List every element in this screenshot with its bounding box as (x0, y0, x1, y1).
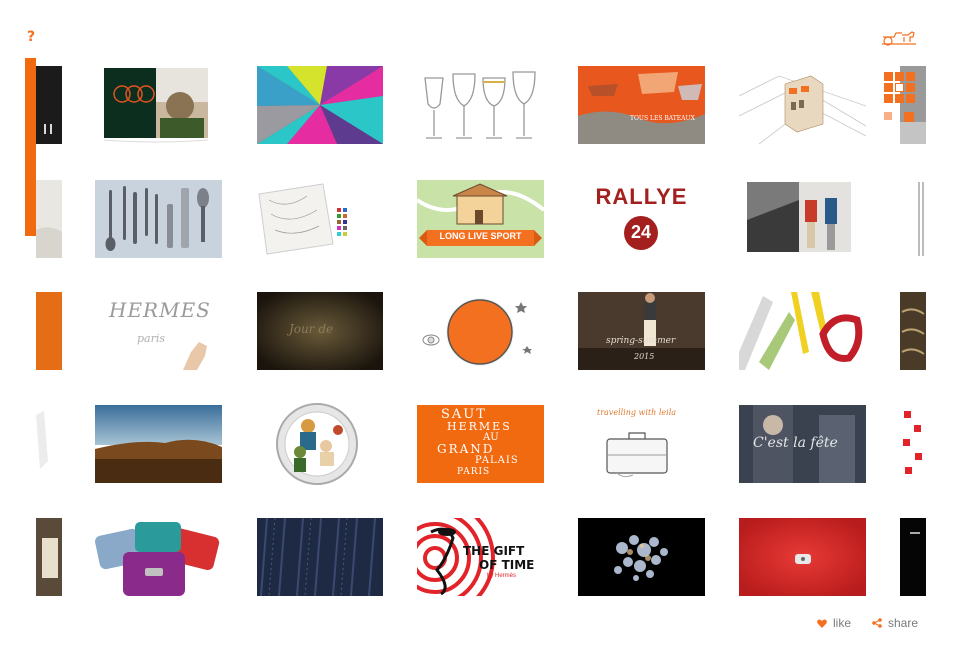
tile-caption: spring-summer (606, 336, 676, 346)
tile-r2c5[interactable]: RALLYE 24 (578, 180, 705, 258)
heart-icon (817, 618, 827, 628)
share-icon (872, 618, 882, 628)
tile-r5c6[interactable] (739, 518, 866, 596)
tile-r1c2[interactable] (100, 66, 212, 144)
tile-r5c3[interactable] (257, 518, 383, 596)
tile-title: THE GIFT (463, 544, 525, 558)
tile-r5c5[interactable] (578, 518, 705, 596)
tile-r5c1[interactable] (36, 518, 62, 596)
tile-word: PALAIS (475, 455, 519, 466)
tile-r3c2[interactable]: HERMES paris (97, 292, 212, 370)
tile-r2c1[interactable] (36, 180, 62, 258)
tile-r4c6[interactable]: C'est la fête (739, 405, 866, 483)
share-button[interactable]: share (872, 616, 918, 630)
tile-byline: by Hermès (487, 573, 517, 579)
tile-number: 24 (630, 222, 652, 242)
tile-r1c3[interactable] (257, 66, 383, 144)
tile-word: GRAND (437, 442, 495, 456)
tile-r2c3[interactable] (257, 180, 367, 258)
tile-r5c4[interactable]: THE GIFT OF TIME by Hermès (417, 518, 544, 596)
tile-year: 2015 (634, 352, 655, 361)
tile-r1c4[interactable] (417, 66, 543, 144)
like-label: like (833, 616, 852, 630)
tile-caption: LONG LIVE SPORT (439, 231, 522, 241)
tile-r4c3[interactable] (262, 402, 372, 486)
tile-r4c4[interactable]: SAUT HERMES AU GRAND PALAIS PARIS (417, 405, 544, 483)
tile-caption: Jour de (289, 322, 334, 336)
tile-caption: C'est la fête (753, 435, 838, 451)
tile-r2c2[interactable] (95, 180, 222, 258)
tile-r5c2[interactable] (95, 518, 222, 598)
tile-r3c7[interactable] (900, 292, 926, 370)
tile-r4c7[interactable] (900, 405, 926, 483)
tile-script-subtitle: paris (137, 332, 166, 345)
tile-r3c4[interactable] (417, 292, 544, 370)
tile-title: OF TIME (479, 558, 535, 572)
tile-r2c7[interactable] (917, 180, 926, 258)
tile-r1c6[interactable] (739, 66, 866, 144)
like-button[interactable]: like (817, 616, 851, 630)
tile-r3c5[interactable]: spring-summer 2015 (578, 292, 705, 370)
vertical-scrollbar[interactable] (25, 58, 36, 236)
tile-r4c2[interactable] (95, 405, 222, 483)
tile-caption: travelling with leila (597, 408, 677, 417)
tile-r1c1[interactable] (36, 66, 62, 144)
share-label: share (888, 616, 919, 630)
tile-r3c1[interactable] (36, 292, 62, 370)
tile-r2c6[interactable] (745, 180, 855, 258)
svg-text:TOUS LES BATEAUX: TOUS LES BATEAUX (630, 115, 696, 122)
caleche-logo-icon[interactable] (880, 29, 918, 47)
tile-r1c5[interactable]: TOUS LES BATEAUX (578, 66, 705, 144)
tile-r4c1[interactable] (36, 405, 62, 483)
tile-r5c7[interactable] (900, 518, 926, 596)
tile-title: RALLYE (595, 184, 688, 209)
tile-r2c4[interactable]: LONG LIVE SPORT (417, 180, 544, 258)
tile-script-title: HERMES (109, 298, 211, 322)
tile-r3c6[interactable] (739, 292, 866, 370)
tile-r4c5[interactable]: travelling with leila (585, 405, 695, 483)
tile-r3c3[interactable]: Jour de (257, 292, 383, 370)
help-button[interactable]: ? (27, 29, 35, 45)
tile-word: HERMES (447, 420, 512, 433)
tile-word: PARIS (457, 467, 491, 477)
